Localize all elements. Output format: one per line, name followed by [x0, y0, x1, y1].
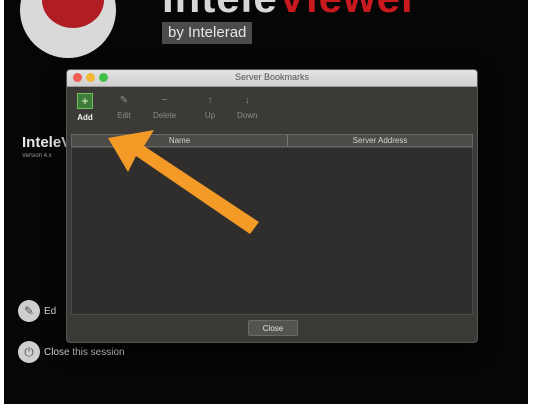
- by-intelerad-badge: by Intelerad: [162, 22, 253, 44]
- dialog-title: Server Bookmarks: [234, 72, 310, 82]
- app-title: InteleViewer: [22, 134, 70, 151]
- inteleviewer-logo: [20, 0, 116, 58]
- delete-button-label: Delete: [153, 111, 177, 120]
- bookmarks-table-body[interactable]: [71, 147, 473, 315]
- app-window: InteleViewer by Intelerad InteleViewer V…: [4, 0, 528, 404]
- add-button[interactable]: + Add: [77, 93, 93, 122]
- up-button-label: Up: [204, 111, 216, 120]
- server-bookmarks-dialog: Server Bookmarks + Add ✎ Edit − Delete ↑…: [66, 69, 478, 343]
- pencil-icon: ✎: [18, 300, 40, 322]
- edit-action[interactable]: ✎ Edit: [18, 300, 56, 322]
- close-session-label: Close this session: [44, 346, 125, 358]
- brand-primary: Intele: [162, 0, 278, 21]
- dialog-titlebar[interactable]: Server Bookmarks: [67, 70, 477, 87]
- edit-action-label: Edit: [44, 305, 56, 317]
- dialog-toolbar: + Add ✎ Edit − Delete ↑ Up ↓ Down: [67, 87, 477, 125]
- brand-wordmark: InteleViewer: [162, 0, 418, 22]
- arrow-down-icon: ↓: [244, 94, 250, 106]
- column-header-server-address[interactable]: Server Address: [288, 135, 472, 146]
- up-button[interactable]: ↑ Up: [203, 93, 217, 121]
- down-button-label: Down: [237, 111, 258, 120]
- column-header-name[interactable]: Name: [72, 135, 288, 146]
- add-button-label: Add: [77, 113, 93, 122]
- edit-button[interactable]: ✎ Edit: [117, 93, 131, 121]
- bookmarks-table-header: Name Server Address: [71, 134, 473, 147]
- close-button[interactable]: Close: [248, 320, 298, 336]
- delete-button[interactable]: − Delete: [153, 93, 177, 121]
- brand-secondary: Viewer: [278, 0, 419, 21]
- close-session-action[interactable]: ⏻ Close this session: [18, 341, 125, 363]
- edit-button-label: Edit: [117, 111, 131, 120]
- pencil-icon: ✎: [119, 94, 129, 106]
- minus-icon: −: [161, 94, 168, 106]
- arrow-up-icon: ↑: [207, 94, 213, 106]
- power-icon: ⏻: [18, 341, 40, 363]
- plus-icon: +: [77, 93, 93, 109]
- down-button[interactable]: ↓ Down: [237, 93, 258, 121]
- app-version: Version 4.x: [22, 153, 52, 159]
